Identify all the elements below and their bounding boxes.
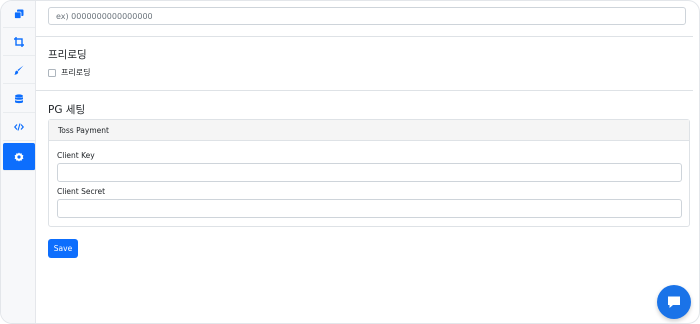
prerender-title: 프리로딩 xyxy=(48,49,87,61)
id-input-placeholder: ex) 0000000000000000 xyxy=(56,11,153,21)
sidebar-item-crop[interactable] xyxy=(3,29,35,56)
client-secret-label: Client Secret xyxy=(57,187,106,196)
toss-payment-header: Toss Payment xyxy=(49,120,689,141)
main-content: ex) 0000000000000000 프리로딩 프리로딩 PG 세팅 Tos… xyxy=(36,1,699,323)
toss-payment-card: Toss Payment Client Key Client Secret xyxy=(48,119,690,227)
database-icon xyxy=(15,94,23,104)
client-secret-input[interactable] xyxy=(57,199,682,218)
save-button[interactable]: Save xyxy=(48,239,78,258)
brush-icon xyxy=(14,65,24,75)
chat-icon xyxy=(668,296,680,308)
client-key-input[interactable] xyxy=(57,163,682,182)
divider xyxy=(36,90,693,91)
sidebar-item-settings[interactable] xyxy=(3,143,35,171)
client-key-label: Client Key xyxy=(57,151,95,160)
id-input[interactable]: ex) 0000000000000000 xyxy=(48,7,686,25)
pg-settings-title: PG 세팅 xyxy=(48,104,86,116)
sidebar-item-database[interactable] xyxy=(3,86,35,113)
sidebar xyxy=(1,1,36,323)
sidebar-item-copy[interactable] xyxy=(3,1,35,28)
sidebar-item-code[interactable] xyxy=(3,114,35,141)
app-window: ex) 0000000000000000 프리로딩 프리로딩 PG 세팅 Tos… xyxy=(0,0,700,324)
prerender-checkbox-row[interactable]: 프리로딩 xyxy=(48,67,90,78)
crop-icon xyxy=(14,37,24,47)
sidebar-item-brush[interactable] xyxy=(3,57,35,84)
code-icon xyxy=(14,123,24,131)
prerender-checkbox-label: 프리로딩 xyxy=(61,68,91,77)
divider xyxy=(36,36,693,37)
gear-icon xyxy=(14,152,24,161)
chat-button[interactable] xyxy=(657,285,691,319)
copy-icon xyxy=(14,9,24,19)
prerender-checkbox[interactable] xyxy=(48,68,56,77)
